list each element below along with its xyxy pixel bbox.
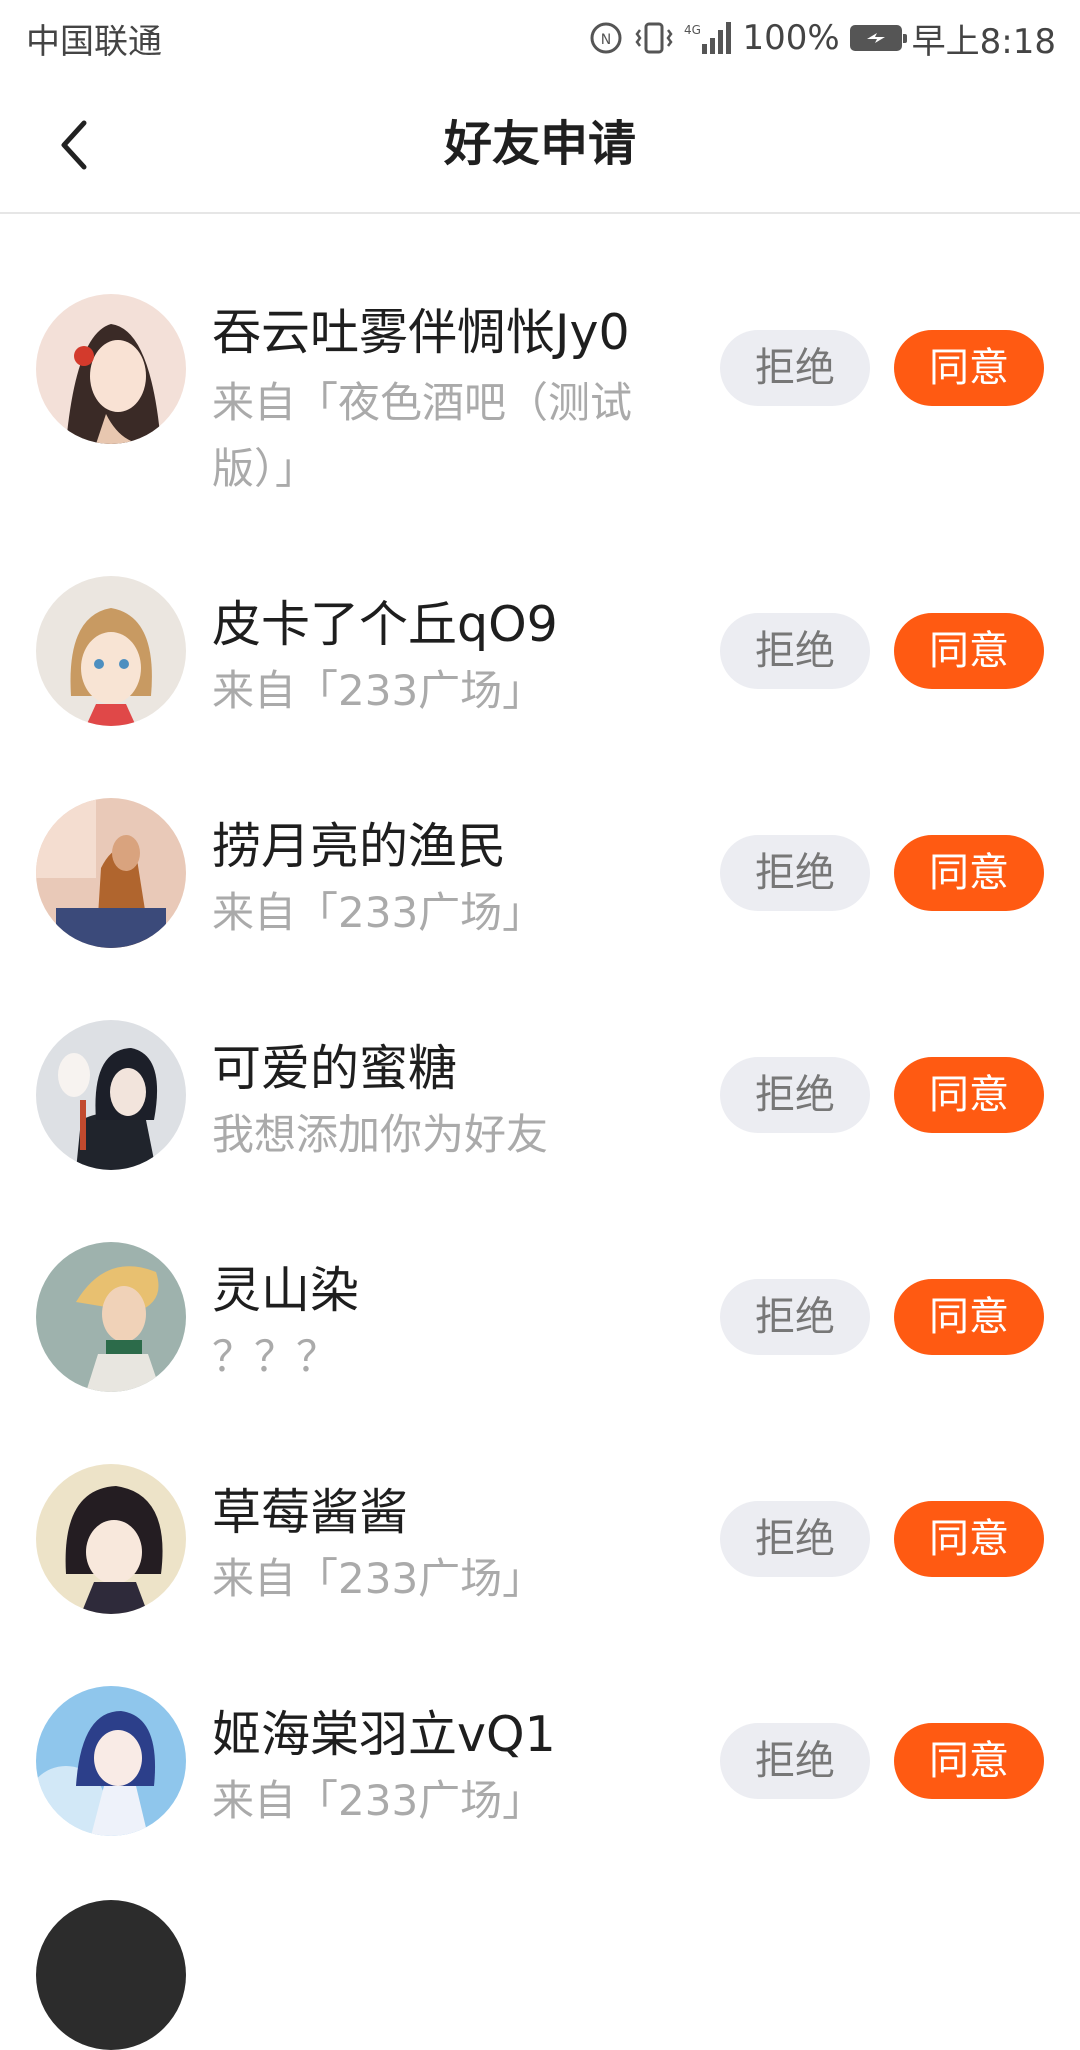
requester-name: 灵山染	[212, 1262, 360, 1319]
request-source: ？？？	[212, 1332, 339, 1381]
request-source: 来自「233广场」	[212, 1776, 545, 1825]
back-button[interactable]	[44, 110, 104, 180]
svg-text:4G: 4G	[684, 23, 701, 37]
request-source: 来自「233广场」	[212, 666, 545, 715]
reject-button[interactable]: 拒绝	[720, 613, 870, 689]
avatar[interactable]	[36, 798, 186, 948]
avatar[interactable]	[36, 1900, 186, 2050]
requester-name: 皮卡了个丘qO9	[212, 596, 558, 653]
reject-button[interactable]: 拒绝	[720, 1279, 870, 1355]
request-source: 来自「233广场」	[212, 1554, 545, 1603]
clock: 早上8:18	[911, 21, 1056, 62]
requester-name: 草莓酱酱	[212, 1484, 409, 1541]
reject-button[interactable]: 拒绝	[720, 330, 870, 406]
status-icons: N 4G 100% 早上8:18	[588, 14, 1056, 63]
accept-button[interactable]: 同意	[894, 1057, 1044, 1133]
accept-button[interactable]: 同意	[894, 330, 1044, 406]
chevron-left-icon	[61, 120, 87, 170]
requester-name: 姬海棠羽立vQ1	[212, 1706, 556, 1763]
avatar[interactable]	[36, 1686, 186, 1836]
nav-header: 好友申请	[0, 76, 1080, 214]
request-source: 我想添加你为好友	[212, 1110, 549, 1159]
accept-button[interactable]: 同意	[894, 1279, 1044, 1355]
status-bar: 中国联通 N 4G 100% 早上8:18	[0, 0, 1080, 76]
signal-icon: 4G	[684, 18, 732, 58]
accept-button[interactable]: 同意	[894, 613, 1044, 689]
accept-button[interactable]: 同意	[894, 1723, 1044, 1799]
accept-button[interactable]: 同意	[894, 1501, 1044, 1577]
avatar[interactable]	[36, 1242, 186, 1392]
vibrate-icon	[634, 18, 674, 58]
requester-name: 可爱的蜜糖	[212, 1040, 458, 1097]
page-title: 好友申请	[443, 116, 636, 172]
battery-icon	[849, 25, 907, 51]
carrier-label: 中国联通	[26, 21, 162, 62]
avatar[interactable]	[36, 576, 186, 726]
requester-name: 捞月亮的渔民	[212, 818, 507, 875]
request-source: 来自「夜色酒吧（测试版）」	[212, 378, 633, 493]
reject-button[interactable]: 拒绝	[720, 1723, 870, 1799]
battery-percent: 100%	[742, 18, 840, 58]
accept-button[interactable]: 同意	[894, 835, 1044, 911]
svg-text:N: N	[601, 32, 611, 48]
requester-name: 吞云吐雾伴惆怅Jy0	[212, 304, 630, 361]
request-source: 来自「233广场」	[212, 888, 545, 937]
reject-button[interactable]: 拒绝	[720, 1057, 870, 1133]
reject-button[interactable]: 拒绝	[720, 835, 870, 911]
reject-button[interactable]: 拒绝	[720, 1501, 870, 1577]
avatar[interactable]	[36, 294, 186, 444]
avatar[interactable]	[36, 1020, 186, 1170]
avatar[interactable]	[36, 1464, 186, 1614]
nfc-icon: N	[588, 18, 624, 58]
